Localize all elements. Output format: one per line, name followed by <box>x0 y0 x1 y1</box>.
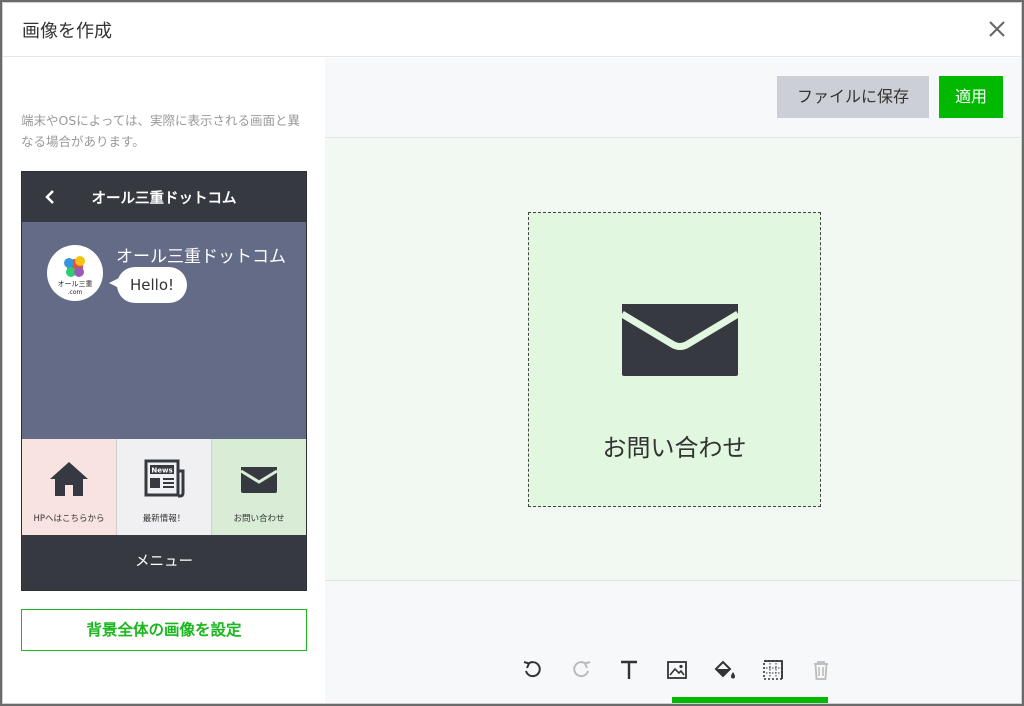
delete-button[interactable] <box>797 648 845 692</box>
undo-icon <box>523 661 541 678</box>
dialog-title: 画像を作成 <box>22 21 112 42</box>
rich-menu: HPへはこちらから News 最新情報！ お問い合わせ <box>22 439 306 535</box>
news-masthead: News <box>151 467 172 475</box>
canvas-text[interactable]: お問い合わせ <box>529 428 820 463</box>
menu-tile-news[interactable]: News 最新情報！ <box>117 439 212 535</box>
chat-area: オール三重 .com オール三重ドットコム Hello! <box>22 222 306 439</box>
mail-icon <box>240 467 278 493</box>
save-to-file-button[interactable]: ファイルに保存 <box>777 76 929 118</box>
menu-tile-label: 最新情報！ <box>142 514 186 524</box>
close-icon[interactable] <box>985 17 1009 41</box>
newspaper-icon: News <box>144 459 185 498</box>
menu-bar-label[interactable]: メニュー <box>22 535 306 590</box>
phone-preview: オール三重ドットコム オール三重 .com オール三重ドットコム Hello! … <box>21 171 307 591</box>
menu-tile-label: お問い合わせ <box>233 514 285 524</box>
device-note: 端末やOSによっては、実際に表示される画面と異なる場合があります。 <box>21 113 301 149</box>
home-icon <box>50 462 88 496</box>
dialog-header: 画像を作成 <box>3 3 1021 57</box>
menu-tile-contact[interactable]: お問い合わせ <box>212 439 306 535</box>
redo-button[interactable] <box>557 648 605 692</box>
add-image-button[interactable] <box>653 648 701 692</box>
phone-header-title: オール三重ドットコム <box>91 191 237 207</box>
svg-text:.com: .com <box>68 289 83 296</box>
preview-panel: 端末やOSによっては、実際に表示される画面と異なる場合があります。 オール三重ド… <box>3 58 325 703</box>
fill-color-button[interactable] <box>701 648 749 692</box>
create-image-dialog: 画像を作成 端末やOSによっては、実際に表示される画面と異なる場合があります。 … <box>2 2 1022 704</box>
image-icon <box>667 661 687 679</box>
trash-icon <box>814 661 828 680</box>
bot-name: オール三重ドットコム <box>116 247 286 267</box>
bottom-toolbar <box>325 582 1021 703</box>
avatar: オール三重 .com <box>47 245 103 301</box>
canvas-area: お問い合わせ <box>325 139 1021 581</box>
grid-icon <box>763 660 783 680</box>
menu-tile-label: HPへはこちらから <box>33 514 105 524</box>
underlying-button-peek <box>672 697 828 703</box>
add-text-button[interactable] <box>605 648 653 692</box>
svg-text:オール三重: オール三重 <box>58 280 93 288</box>
grid-button[interactable] <box>749 648 797 692</box>
mail-icon <box>620 304 740 376</box>
brand-logo-icon: オール三重 .com <box>58 256 93 296</box>
redo-icon <box>573 661 591 678</box>
image-canvas[interactable]: お問い合わせ <box>528 212 821 507</box>
text-icon <box>621 660 637 679</box>
apply-button[interactable]: 適用 <box>939 76 1003 118</box>
menu-tile-hp[interactable]: HPへはこちらから <box>22 439 117 535</box>
phone-header: オール三重ドットコム <box>22 172 306 222</box>
undo-button[interactable] <box>509 648 557 692</box>
chat-bubble: Hello! <box>117 267 188 303</box>
set-background-image-button[interactable]: 背景全体の画像を設定 <box>21 609 307 651</box>
editor-toolbar: ファイルに保存 適用 <box>325 58 1021 138</box>
fill-color-icon <box>714 660 735 679</box>
edit-tools <box>509 648 845 692</box>
editor-panel: ファイルに保存 適用 お問い合わせ <box>325 58 1021 703</box>
